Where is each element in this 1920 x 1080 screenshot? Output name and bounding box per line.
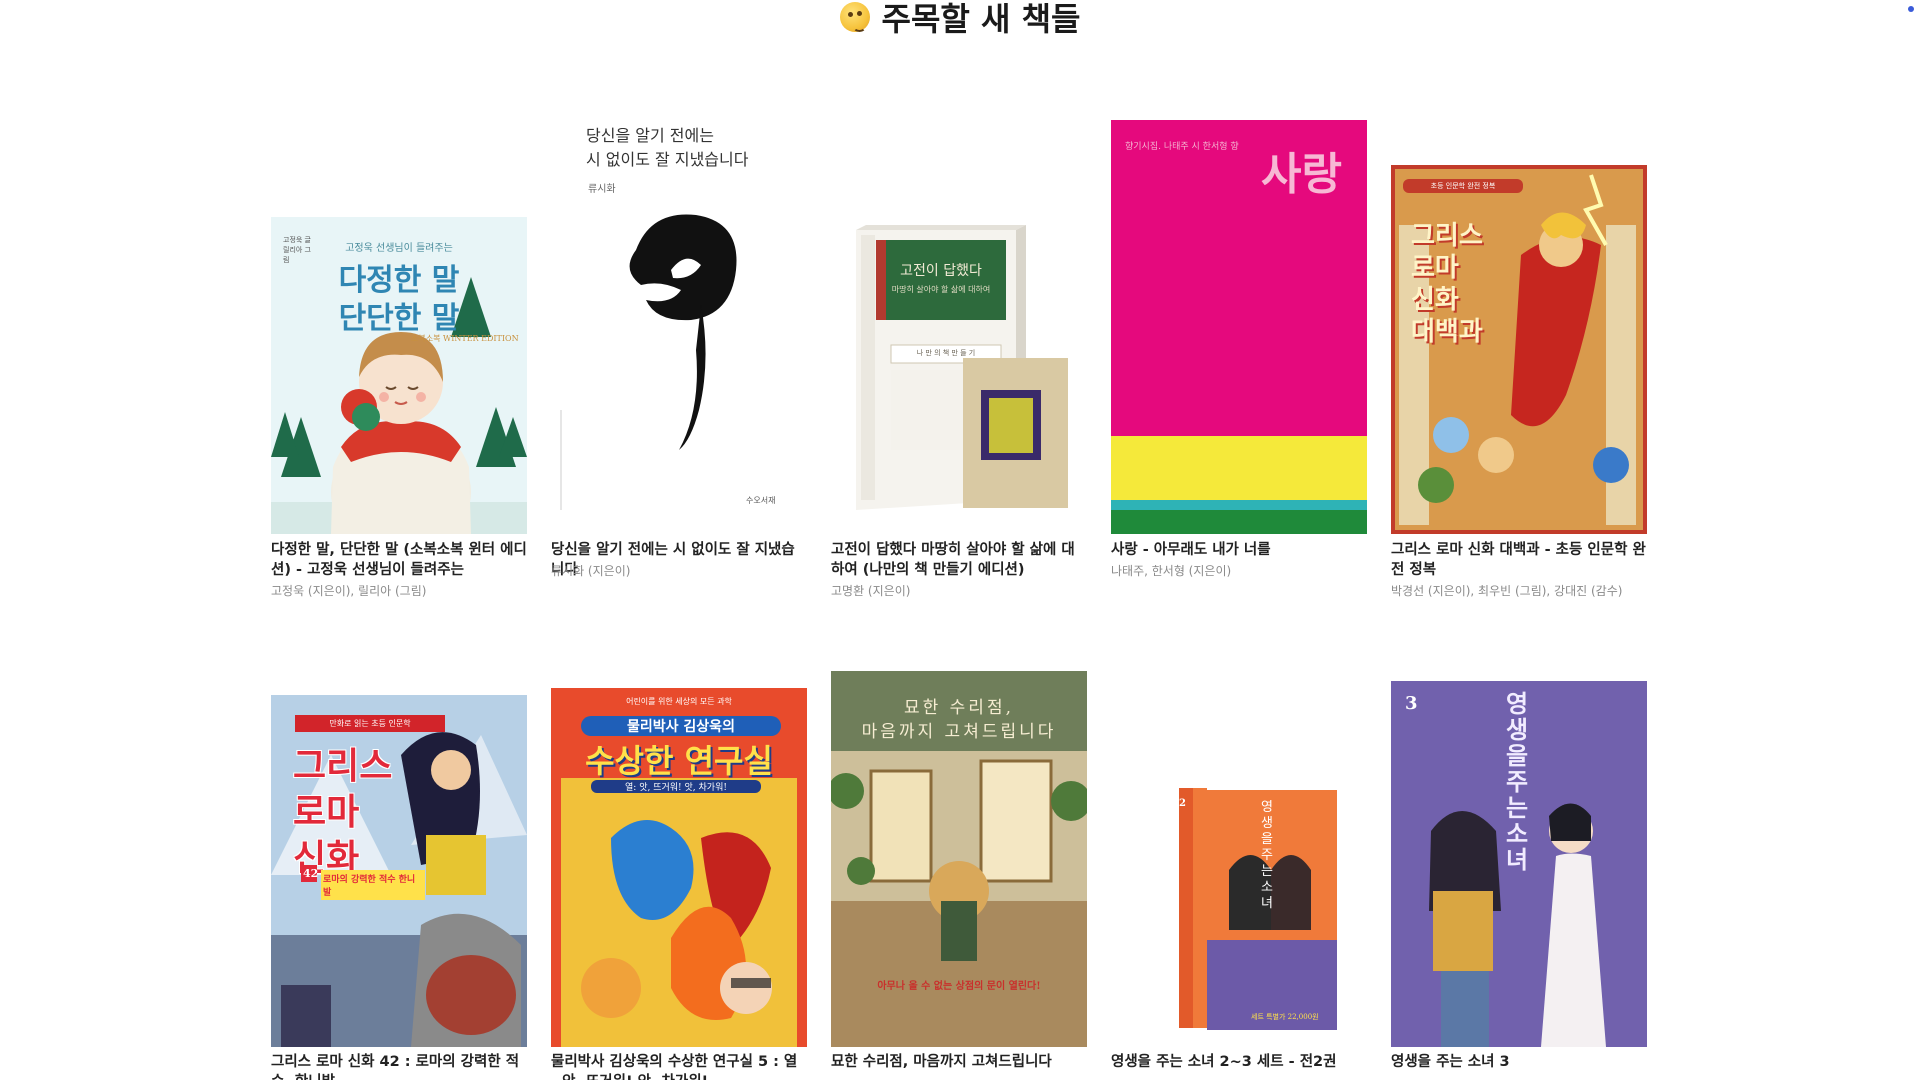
cover-volume-number: 42 xyxy=(301,865,319,882)
cover-spine-title: 영생을 주는 소녀 xyxy=(1261,800,1273,911)
book-title[interactable]: 다정한 말, 단단한 말 (소복소복 윈터 에디션) - 고정욱 선생님이 들려… xyxy=(271,540,527,580)
cover-title: 수상한 연구실 xyxy=(585,742,773,780)
cover-title-line2: 단단한 말 xyxy=(338,301,460,336)
book-author: 나태주, 한서형 (지은이) xyxy=(1111,564,1232,578)
book-cover[interactable]: 3 영생을 주는 소녀 xyxy=(1391,681,1647,1047)
cover-band-teal xyxy=(1111,500,1367,510)
thinking-face-icon xyxy=(839,2,870,32)
cover-top-text: 어린이를 위한 세상의 모든 과학 xyxy=(626,697,732,706)
book-cover[interactable]: 묘한 수리점, 마음까지 고쳐드립니다 아무나 올 수 없는 상점의 문이 열린… xyxy=(831,671,1087,1047)
cover-title-1: 그리스 xyxy=(293,745,393,787)
book-title[interactable]: 영생을 주는 소녀 3 xyxy=(1391,1052,1647,1072)
cover-banner: 초등 인문학 완전 정복 xyxy=(1403,179,1523,193)
cover-volume-number: 3 xyxy=(1405,693,1418,714)
cover-brush-glyph xyxy=(560,214,737,510)
page: 주목할 새 책들 고정욱 선생님이 들려주는 다정한 말 단단한 말 소복소복 … xyxy=(0,0,1920,1080)
cover-box-title: 고전이 답했다 xyxy=(900,263,982,279)
cover-subtitle: 로마의 강력한 적수 한니발 xyxy=(321,870,425,900)
section-heading: 주목할 새 책들 xyxy=(0,0,1920,38)
cover-publisher: 수오서재 xyxy=(746,496,776,505)
book-title[interactable]: 영생을 주는 소녀 2~3 세트 - 전2권 xyxy=(1111,1052,1367,1072)
book-cover[interactable]: 만화로 읽는 초등 인문학 그리스 로마 신화 42 로마의 강력한 적수 한니… xyxy=(271,695,527,1047)
cover-art xyxy=(1179,788,1337,1030)
book-cover[interactable]: 당신을 알기 전에는 시 없이도 잘 지냈습니다 류시화 수오서재 xyxy=(551,110,807,534)
cover-title-line2: 마음까지 고쳐드립니다 xyxy=(861,722,1057,742)
book-title[interactable]: 사랑 - 아무래도 내가 너를 xyxy=(1111,540,1367,560)
book-cover[interactable]: 어린이를 위한 세상의 모든 과학 물리박사 김상욱의 수상한 연구실 열: 앗… xyxy=(551,688,807,1047)
cover-title-line1: 묘한 수리점, xyxy=(903,698,1014,718)
book-author: 류시화 (지은이) xyxy=(551,564,631,578)
book-cover[interactable]: 2 영생을 주는 소녀 세트 특별가 22,000원 xyxy=(1111,780,1367,1047)
book-author: 박경선 (지은이), 최우빈 (그림), 강대진 (감수) xyxy=(1391,584,1623,598)
cover-volume-number: 2 xyxy=(1179,798,1186,809)
cover-tagline: 아무나 올 수 없는 상점의 문이 열린다! xyxy=(877,981,1041,992)
cover-credit: 고정욱 글 릴리아 그림 xyxy=(283,236,311,264)
cover-title-4: 대백과 xyxy=(1411,317,1483,347)
cover-box-subtitle: 마땅히 살아야 할 삶에 대하여 xyxy=(891,285,991,294)
book-cover[interactable]: 초등 인문학 완전 정복 그리스 로마 신화 대백과 xyxy=(1391,165,1647,534)
book-title[interactable]: 그리스 로마 신화 대백과 - 초등 인문학 완전 정복 xyxy=(1391,540,1647,580)
book-title[interactable]: 물리박사 김상욱의 수상한 연구실 5 : 열 - 앗, 뜨거워! 앗, 차가워… xyxy=(551,1052,807,1080)
cover-band-yellow xyxy=(1111,436,1367,500)
cover-price: 세트 특별가 22,000원 xyxy=(1251,1013,1319,1021)
book-title[interactable]: 고전이 답했다 마땅히 살아야 할 삶에 대하여 (나만의 책 만들기 에디션) xyxy=(831,540,1087,580)
book-author: 고정욱 (지은이), 릴리아 (그림) xyxy=(271,584,427,598)
cover-brand: 물리박사 김상욱의 xyxy=(581,716,781,736)
section-title: 주목할 새 책들 xyxy=(881,0,1081,38)
book-cover[interactable]: 고정욱 선생님이 들려주는 다정한 말 단단한 말 소복소복 WINTER ED… xyxy=(271,217,527,534)
book-title[interactable]: 묘한 수리점, 마음까지 고쳐드립니다 xyxy=(831,1052,1087,1072)
scroll-indicator-dot xyxy=(1908,6,1914,12)
book-title[interactable]: 그리스 로마 신화 42 : 로마의 강력한 적수, 한니발 xyxy=(271,1052,527,1080)
book-cover[interactable]: 사랑 향기시집. 나태주 시 한서형 향 xyxy=(1111,120,1367,534)
cover-subtitle: 열: 앗, 뜨거워! 앗, 차가워! xyxy=(591,780,761,793)
cover-title-2: 로마 xyxy=(293,791,360,833)
cover-title: 영생을 주는 소녀 xyxy=(1506,689,1529,874)
cover-big-title: 사랑 xyxy=(1261,149,1342,200)
book-cover[interactable]: 고전이 답했다 마땅히 살아야 할 삶에 대하여 나 만 의 책 만 들 기 xyxy=(831,220,1087,534)
cover-stamp: 나 만 의 책 만 들 기 xyxy=(916,349,976,357)
cover-band-green xyxy=(1111,510,1367,534)
cover-banner: 만화로 읽는 초등 인문학 xyxy=(295,715,445,732)
book-author: 고명환 (지은이) xyxy=(831,584,911,598)
cover-small-text: 향기시집. 나태주 시 한서형 향 xyxy=(1125,142,1239,152)
cover-edition: 소복소복 WINTER EDITION xyxy=(411,334,519,343)
